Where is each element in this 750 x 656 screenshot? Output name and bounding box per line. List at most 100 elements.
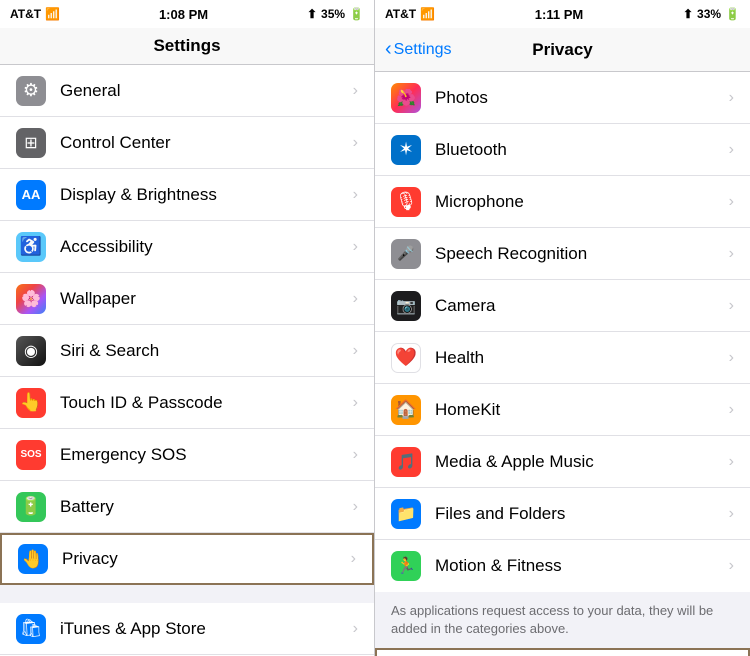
music-chevron: › xyxy=(729,453,734,471)
files-chevron: › xyxy=(729,505,734,523)
right-section-2: Analytics › Advertising › xyxy=(375,648,750,656)
battery-chevron: › xyxy=(353,498,358,516)
right-carrier: AT&T xyxy=(385,7,416,21)
left-nav-icon: ⬆ xyxy=(307,7,317,21)
left-nav-title: Settings xyxy=(153,36,220,56)
photos-label: Photos xyxy=(435,88,729,108)
speech-icon: 🎤 xyxy=(391,239,421,269)
settings-item-siri[interactable]: ◉ Siri & Search › xyxy=(0,325,374,377)
control-center-label: Control Center xyxy=(60,133,353,153)
right-settings-list[interactable]: 🌺 Photos › ✶ Bluetooth › 🎙 Microphone › xyxy=(375,72,750,656)
privacy-item-motion[interactable]: 🏃 Motion & Fitness › xyxy=(375,540,750,592)
right-status-right: ⬆ 33% 🔋 xyxy=(683,7,740,21)
privacy-item-speech[interactable]: 🎤 Speech Recognition › xyxy=(375,228,750,280)
health-label: Health xyxy=(435,348,729,368)
privacy-info-text: As applications request access to your d… xyxy=(391,603,713,636)
privacy-info-box: As applications request access to your d… xyxy=(375,592,750,648)
privacy-item-photos[interactable]: 🌺 Photos › xyxy=(375,72,750,124)
left-battery-icon: 🔋 xyxy=(349,7,364,21)
wallpaper-label: Wallpaper xyxy=(60,289,353,309)
left-status-right: ⬆ 35% 🔋 xyxy=(307,7,364,21)
camera-label: Camera xyxy=(435,296,729,316)
privacy-chevron: › xyxy=(351,550,356,568)
right-wifi-icon: 📶 xyxy=(420,7,435,21)
microphone-label: Microphone xyxy=(435,192,729,212)
back-label: Settings xyxy=(394,41,452,59)
health-icon: ❤️ xyxy=(391,343,421,373)
files-icon: 📁 xyxy=(391,499,421,529)
privacy-item-music[interactable]: 🎵 Media & Apple Music › xyxy=(375,436,750,488)
left-wifi-icon: 📶 xyxy=(45,7,60,21)
left-carrier: AT&T xyxy=(10,7,41,21)
general-label: General xyxy=(60,81,353,101)
left-battery: 35% xyxy=(321,7,345,21)
sos-label: Emergency SOS xyxy=(60,445,353,465)
left-section-1: ⚙ General › ⊞ Control Center › AA Displa… xyxy=(0,65,374,585)
general-chevron: › xyxy=(353,82,358,100)
settings-item-general[interactable]: ⚙ General › xyxy=(0,65,374,117)
bluetooth-label: Bluetooth xyxy=(435,140,729,160)
motion-chevron: › xyxy=(729,557,734,575)
speech-label: Speech Recognition xyxy=(435,244,729,264)
general-icon: ⚙ xyxy=(16,76,46,106)
sos-chevron: › xyxy=(353,446,358,464)
left-status-left: AT&T 📶 xyxy=(10,7,60,21)
microphone-icon: 🎙 xyxy=(391,187,421,217)
privacy-item-microphone[interactable]: 🎙 Microphone › xyxy=(375,176,750,228)
left-settings-list[interactable]: ⚙ General › ⊞ Control Center › AA Displa… xyxy=(0,65,374,656)
battery-icon: 🔋 xyxy=(16,492,46,522)
right-battery: 33% xyxy=(697,7,721,21)
settings-item-battery[interactable]: 🔋 Battery › xyxy=(0,481,374,533)
control-center-chevron: › xyxy=(353,134,358,152)
motion-icon: 🏃 xyxy=(391,551,421,581)
right-status-left: AT&T 📶 xyxy=(385,7,435,21)
settings-item-display[interactable]: AA Display & Brightness › xyxy=(0,169,374,221)
privacy-label: Privacy xyxy=(62,549,351,569)
display-icon: AA xyxy=(16,180,46,210)
privacy-item-bluetooth[interactable]: ✶ Bluetooth › xyxy=(375,124,750,176)
wallpaper-chevron: › xyxy=(353,290,358,308)
left-status-bar: AT&T 📶 1:08 PM ⬆ 35% 🔋 xyxy=(0,0,374,28)
privacy-item-health[interactable]: ❤️ Health › xyxy=(375,332,750,384)
settings-item-wallpaper[interactable]: 🌸 Wallpaper › xyxy=(0,273,374,325)
right-nav-title: Privacy xyxy=(532,40,593,60)
homekit-icon: 🏠 xyxy=(391,395,421,425)
settings-item-control-center[interactable]: ⊞ Control Center › xyxy=(0,117,374,169)
right-section-1: 🌺 Photos › ✶ Bluetooth › 🎙 Microphone › xyxy=(375,72,750,592)
control-center-icon: ⊞ xyxy=(16,128,46,158)
privacy-item-analytics[interactable]: Analytics › xyxy=(375,648,750,656)
right-status-bar: AT&T 📶 1:11 PM ⬆ 33% 🔋 xyxy=(375,0,750,28)
touchid-label: Touch ID & Passcode xyxy=(60,393,353,413)
camera-icon: 📷 xyxy=(391,291,421,321)
settings-item-touchid[interactable]: 👆 Touch ID & Passcode › xyxy=(0,377,374,429)
settings-item-sos[interactable]: SOS Emergency SOS › xyxy=(0,429,374,481)
left-section-2: 🛍 iTunes & App Store › 💳 Wallet & Apple … xyxy=(0,603,374,656)
photos-chevron: › xyxy=(729,89,734,107)
accessibility-icon: ♿ xyxy=(16,232,46,262)
privacy-item-homekit[interactable]: 🏠 HomeKit › xyxy=(375,384,750,436)
display-label: Display & Brightness xyxy=(60,185,353,205)
music-icon: 🎵 xyxy=(391,447,421,477)
settings-item-itunes[interactable]: 🛍 iTunes & App Store › xyxy=(0,603,374,655)
accessibility-label: Accessibility xyxy=(60,237,353,257)
battery-label: Battery xyxy=(60,497,353,517)
display-chevron: › xyxy=(353,186,358,204)
motion-label: Motion & Fitness xyxy=(435,556,729,576)
right-nav-icon: ⬆ xyxy=(683,7,693,21)
itunes-chevron: › xyxy=(353,620,358,638)
privacy-item-files[interactable]: 📁 Files and Folders › xyxy=(375,488,750,540)
privacy-icon: 🤚 xyxy=(18,544,48,574)
settings-item-privacy[interactable]: 🤚 Privacy › xyxy=(0,533,374,585)
right-phone-panel: AT&T 📶 1:11 PM ⬆ 33% 🔋 ‹ Settings Privac… xyxy=(375,0,750,656)
privacy-item-camera[interactable]: 📷 Camera › xyxy=(375,280,750,332)
music-label: Media & Apple Music xyxy=(435,452,729,472)
back-button[interactable]: ‹ Settings xyxy=(385,38,451,61)
health-chevron: › xyxy=(729,349,734,367)
settings-item-accessibility[interactable]: ♿ Accessibility › xyxy=(0,221,374,273)
bluetooth-chevron: › xyxy=(729,141,734,159)
itunes-label: iTunes & App Store xyxy=(60,619,353,639)
back-chevron-icon: ‹ xyxy=(385,38,392,61)
siri-icon: ◉ xyxy=(16,336,46,366)
bluetooth-icon: ✶ xyxy=(391,135,421,165)
touchid-icon: 👆 xyxy=(16,388,46,418)
